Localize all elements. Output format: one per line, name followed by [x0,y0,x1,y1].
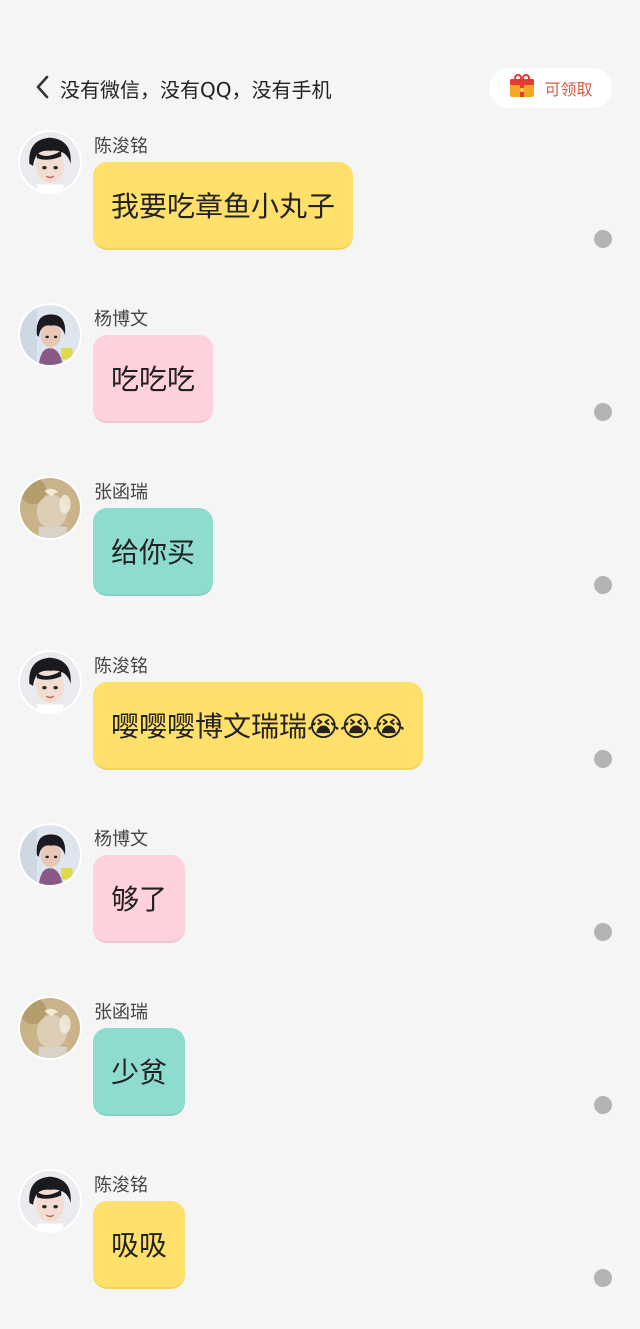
sender-name: 张函瑞 [94,1002,148,1023]
sender-name: 陈浚铭 [94,1175,148,1197]
avatar[interactable] [18,1169,82,1234]
message-bubble[interactable]: 我要吃章鱼小丸子 [93,162,354,250]
avatar[interactable] [18,996,82,1060]
message-bubble[interactable]: 吸吸 [93,1201,186,1290]
message-row: 张函瑞 给你买 [0,476,640,636]
unread-dot-icon [594,1096,612,1114]
message-row: 陈浚铭 吸吸 [0,1169,640,1329]
message-row: 杨博文 够了 [0,822,640,983]
gift-icon [508,73,536,103]
message-bubble[interactable]: 够了 [93,854,186,943]
reward-label: 可领取 [544,80,593,99]
back-arrow-icon[interactable] [30,72,56,102]
message-row: 张函瑞 少贫 [0,996,640,1156]
avatar[interactable] [18,303,82,368]
message-bubble[interactable]: 少贫 [93,1028,186,1116]
chat-title: 没有微信，没有QQ，没有手机 [60,78,332,102]
unread-dot-icon [594,922,612,941]
message-row: 陈浚铭我要吃章鱼小丸子 [0,130,640,290]
message-bubble[interactable]: 吃吃吃 [93,335,214,424]
avatar[interactable] [18,476,82,541]
unread-dot-icon [594,576,612,595]
unread-dot-icon [594,230,612,248]
message-bubble[interactable]: 给你买 [93,508,214,597]
sender-name: 杨博文 [94,828,148,850]
sender-name: 张函瑞 [94,482,148,504]
unread-dot-icon [594,749,612,768]
message-row: 陈浚铭嘤嘤嘤博文瑞瑞😭😭😭 [0,649,640,810]
message-row: 杨博文 吃吃吃 [0,303,640,463]
message-bubble[interactable]: 嘤嘤嘤博文瑞瑞😭😭😭 [93,681,424,770]
avatar[interactable] [18,130,82,194]
chat-header: 没有微信，没有QQ，没有手机 可领取 [0,60,640,116]
reward-button[interactable]: 可领取 [489,68,612,108]
sender-name: 陈浚铭 [94,655,148,677]
unread-dot-icon [594,1269,612,1288]
unread-dot-icon [594,403,612,422]
avatar[interactable] [18,822,82,887]
avatar[interactable] [18,649,82,714]
sender-name: 杨博文 [94,309,148,331]
sender-name: 陈浚铭 [94,136,148,157]
